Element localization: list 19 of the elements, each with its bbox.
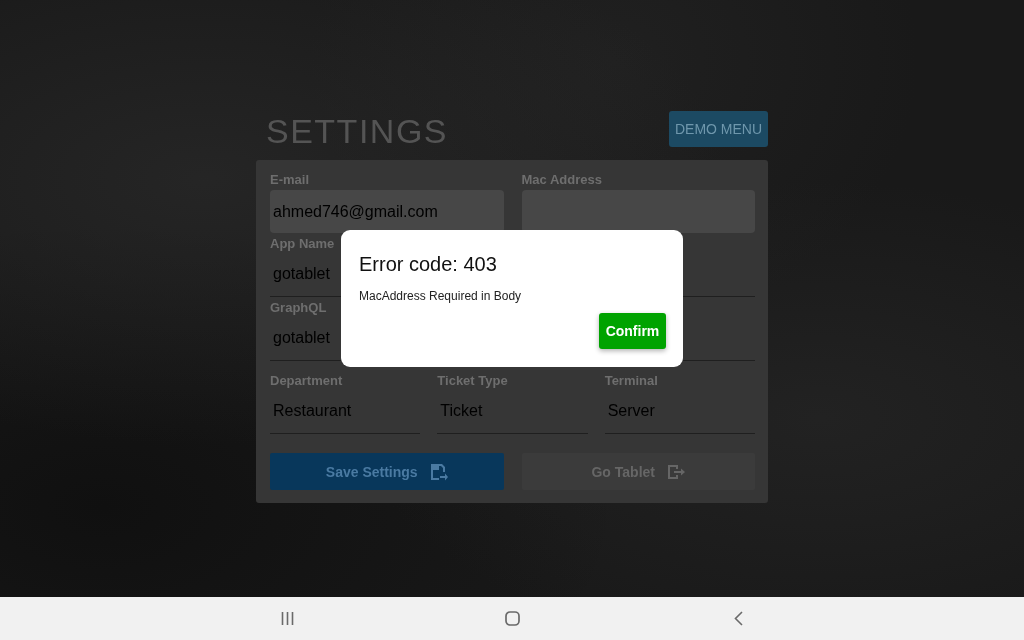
input-field[interactable]: ahmed746@gmail.com [270, 190, 504, 233]
field-label: Department [270, 373, 344, 389]
back-icon[interactable] [734, 611, 743, 626]
field-label: Mac Address [521, 172, 603, 188]
exit-icon [667, 462, 685, 481]
save-icon [429, 462, 448, 481]
dialog-title: Error code: 403 [359, 252, 498, 276]
demo-menu-button[interactable]: DEMO MENU [669, 111, 768, 147]
home-icon[interactable] [505, 611, 520, 626]
recent-apps-icon[interactable] [281, 612, 294, 625]
field-label: App Name [270, 236, 336, 252]
input-field[interactable] [521, 190, 755, 233]
field-label: Terminal [604, 373, 659, 389]
field-label: GraphQL [270, 300, 328, 316]
field-label: E-mail [270, 172, 310, 188]
field-label: Ticket Type [437, 373, 509, 389]
save-settings-button[interactable]: Save Settings [270, 453, 504, 490]
dialog-message: MacAddress Required in Body [359, 288, 523, 304]
confirm-button[interactable]: Confirm [599, 313, 666, 349]
